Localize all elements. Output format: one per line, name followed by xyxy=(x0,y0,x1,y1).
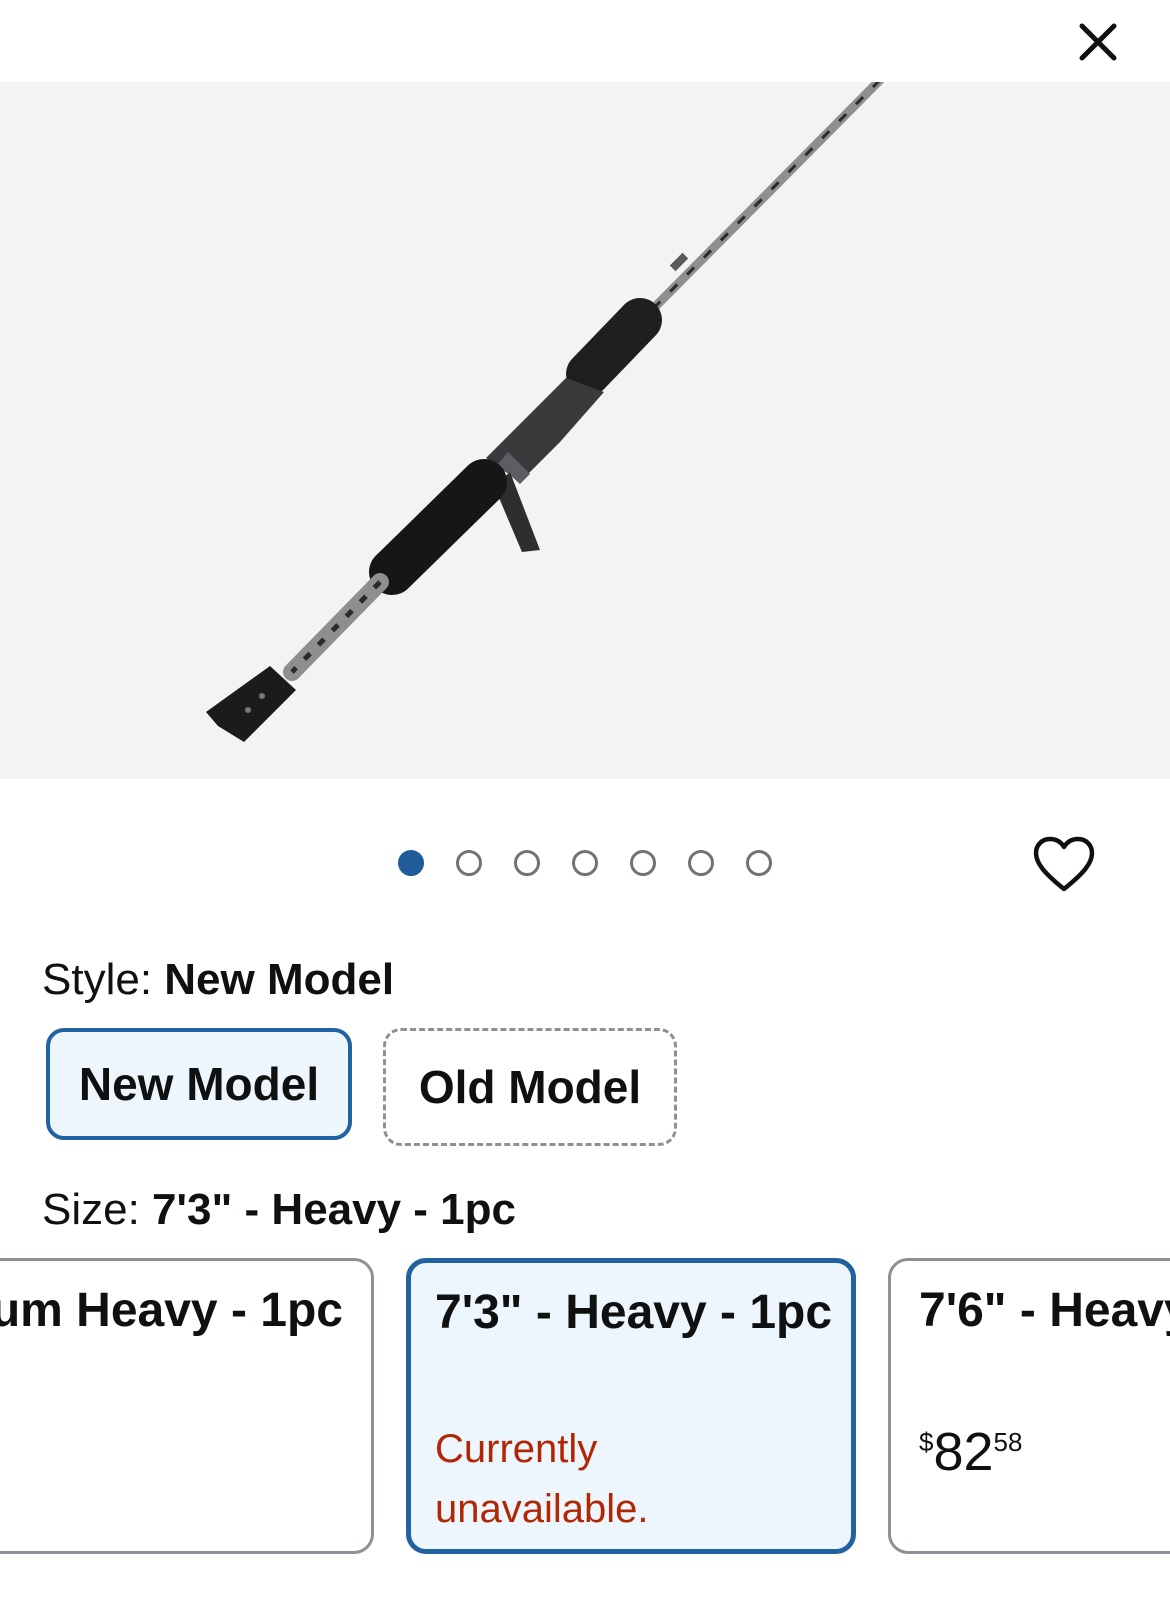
carousel-dot[interactable] xyxy=(688,850,714,876)
product-options-sheet: Style: New Model New Model Old Model Siz… xyxy=(0,0,1170,1616)
product-image[interactable] xyxy=(0,82,1170,779)
carousel-dot[interactable] xyxy=(398,850,424,876)
size-label: Size: 7'3" - Heavy - 1pc xyxy=(42,1185,516,1234)
price: $8258 xyxy=(919,1422,1023,1482)
image-carousel-dots xyxy=(398,850,772,876)
add-to-list-button[interactable] xyxy=(1032,835,1096,895)
size-option-7-3-heavy[interactable]: 7'3" - Heavy - 1pc Currently unavailable… xyxy=(406,1258,856,1554)
style-option-old-model[interactable]: Old Model xyxy=(383,1028,677,1146)
carousel-dot[interactable] xyxy=(630,850,656,876)
carousel-dot[interactable] xyxy=(456,850,482,876)
carousel-dot[interactable] xyxy=(746,850,772,876)
close-button[interactable] xyxy=(1074,18,1122,66)
availability-status: Currently unavailable. xyxy=(435,1427,649,1531)
size-selected-value: 7'3" - Heavy - 1pc xyxy=(152,1185,516,1234)
size-option-medium-heavy[interactable]: um Heavy - 1pc xyxy=(0,1258,374,1554)
style-label: Style: New Model xyxy=(42,955,395,1004)
carousel-dot[interactable] xyxy=(514,850,540,876)
carousel-dot[interactable] xyxy=(572,850,598,876)
style-selected-value: New Model xyxy=(164,955,395,1004)
heart-icon xyxy=(1033,836,1095,892)
size-option-7-6-heavy[interactable]: 7'6" - Heavy - 1pc $8258 xyxy=(888,1258,1170,1554)
close-icon xyxy=(1079,23,1117,61)
fishing-rod-illustration xyxy=(206,82,885,742)
style-option-new-model[interactable]: New Model xyxy=(46,1028,352,1140)
